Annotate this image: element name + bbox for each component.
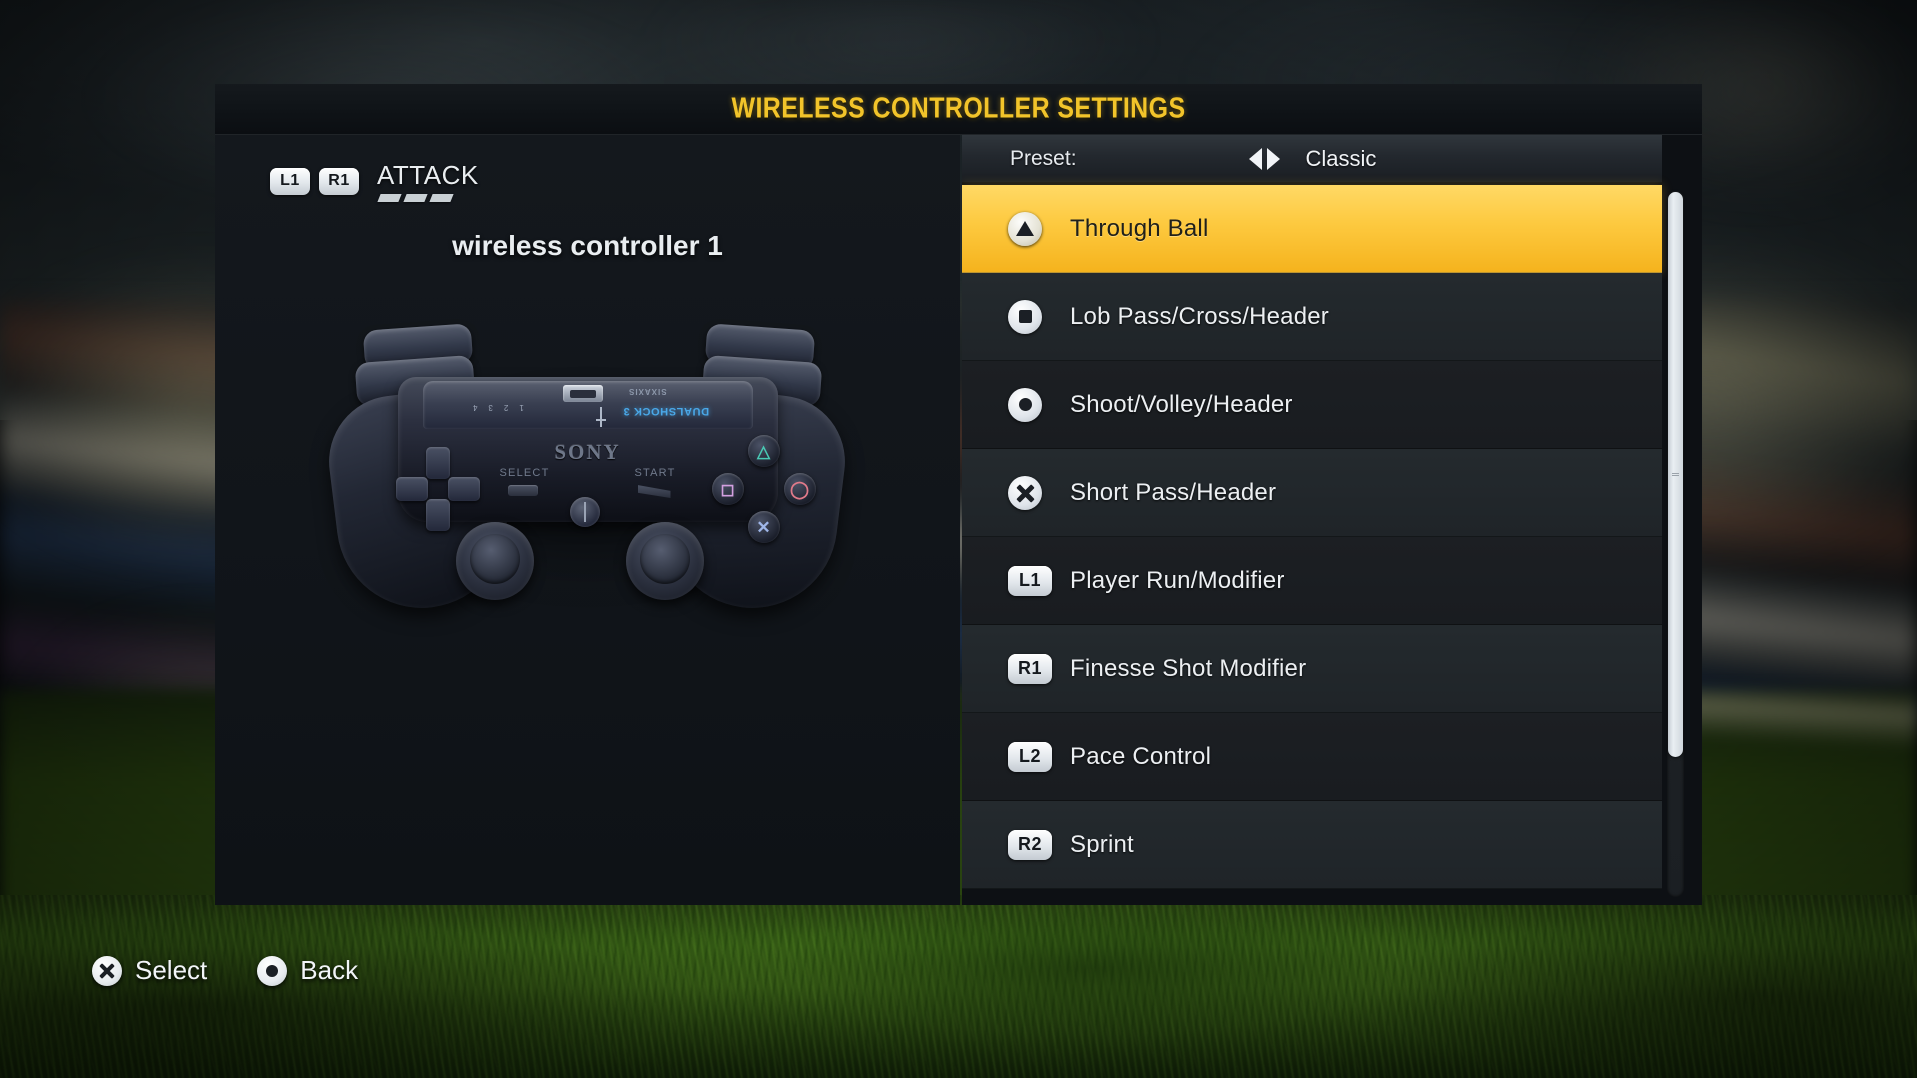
- r1-button-icon: R1: [319, 167, 359, 195]
- controller-square-button: ◻: [711, 473, 744, 505]
- mapping-list: Through Ball Lob Pass/Cross/Header Shoot/V…: [962, 185, 1662, 905]
- mapping-row-label: Lob Pass/Cross/Header: [1070, 302, 1329, 330]
- controller-right-stick: [625, 522, 704, 600]
- mapping-row-label: Player Run/Modifier: [1070, 566, 1285, 594]
- dpad-down-icon: [425, 499, 450, 531]
- r2-button-icon: R2: [1008, 829, 1052, 860]
- triangle-button-icon-glyph: [1016, 220, 1034, 236]
- section-header: L1 R1 ATTACK: [270, 160, 479, 202]
- mapping-row-icon-wrap: R1: [1008, 653, 1070, 684]
- square-button-icon: [1008, 299, 1042, 334]
- l1-button-icon: L1: [1008, 565, 1052, 596]
- section-progress-dashes: [377, 194, 479, 202]
- mapping-row-icon-wrap: L2: [1008, 741, 1070, 772]
- circle-button-icon-glyph: [266, 964, 279, 977]
- controller-name: wireless controller 1: [452, 230, 723, 261]
- circle-button-icon: [257, 955, 288, 986]
- l2-button-icon: L2: [1008, 741, 1052, 772]
- mapping-row[interactable]: L1 Player Run/Modifier: [962, 537, 1662, 625]
- dpad-up-icon: [425, 447, 450, 479]
- led-label-2: 2: [503, 403, 508, 412]
- cross-button-icon: [1008, 475, 1042, 510]
- preset-arrows: [1248, 147, 1280, 170]
- arrow-left-icon[interactable]: [1248, 147, 1262, 170]
- mapping-row-icon-wrap: L1: [1008, 565, 1070, 596]
- controller-cross-button: ✕: [747, 511, 780, 543]
- mapping-row[interactable]: Short Pass/Header: [962, 449, 1662, 537]
- mapping-row-label: Shoot/Volley/Header: [1070, 390, 1293, 418]
- r1-button-icon: R1: [1008, 653, 1052, 684]
- action-select[interactable]: Select: [92, 955, 207, 986]
- l1-button-icon: L1: [270, 167, 310, 195]
- controller-left-stick: [455, 522, 534, 600]
- controller-sixaxis-label: SIXAXIS: [627, 387, 667, 396]
- circle-button-icon-glyph: [1018, 398, 1032, 411]
- mapping-row[interactable]: Through Ball: [962, 185, 1662, 273]
- mapping-row-icon-wrap: R2: [1008, 829, 1070, 860]
- mapping-row-label: Sprint: [1070, 830, 1134, 858]
- mapping-row-icon-wrap: [1008, 299, 1070, 334]
- controller-ps-home-button: [569, 497, 600, 527]
- arrow-right-icon[interactable]: [1266, 147, 1280, 170]
- controller-usb-symbol: [595, 407, 606, 427]
- triangle-button-icon: [1008, 211, 1042, 246]
- mapping-row-icon-wrap: [1008, 387, 1070, 422]
- cross-button-icon-glyph: [1016, 484, 1034, 502]
- led-label-3: 3: [487, 403, 493, 412]
- preset-selector[interactable]: Preset: Classic: [962, 135, 1662, 183]
- mapping-row[interactable]: Lob Pass/Cross/Header: [962, 273, 1662, 361]
- controller-select-button: [507, 485, 538, 496]
- cross-button-icon-glyph: [99, 963, 115, 979]
- action-label: Back: [300, 955, 359, 985]
- mapping-row-label: Short Pass/Header: [1070, 478, 1277, 506]
- mapping-row[interactable]: Shoot/Volley/Header: [962, 361, 1662, 449]
- dash-1: [377, 194, 402, 202]
- mapping-row-icon-wrap: [1008, 475, 1070, 510]
- controller-circle-button: ◯: [783, 473, 816, 505]
- mapping-row-label: Pace Control: [1070, 742, 1212, 770]
- background-grass: [0, 895, 1917, 1078]
- mapping-row-label: Through Ball: [1070, 214, 1209, 242]
- scrollbar-thumb[interactable]: [1668, 192, 1683, 757]
- controller-dpad: [394, 445, 482, 533]
- controller-usb-port: [562, 385, 603, 402]
- grass-shading: [0, 895, 1917, 1078]
- led-label-1: 1: [518, 403, 524, 412]
- mapping-row[interactable]: R2 Sprint: [962, 801, 1662, 889]
- action-back[interactable]: Back: [257, 955, 358, 986]
- circle-button-icon: [1008, 387, 1042, 422]
- mapping-row[interactable]: R1 Finesse Shot Modifier: [962, 625, 1662, 713]
- controller-preview-panel: L1 R1 ATTACK wireless controller 1 SIXAX…: [215, 135, 960, 905]
- controller-face-buttons: △ ◻ ◯ ✕: [710, 435, 818, 543]
- preset-label: Preset:: [1010, 146, 1077, 170]
- controller-triangle-button: △: [747, 435, 780, 467]
- mapping-row-icon-wrap: [1008, 211, 1070, 246]
- square-button-icon-glyph: [1018, 310, 1032, 323]
- action-label: Select: [135, 955, 208, 985]
- dash-3: [429, 194, 454, 202]
- dpad-left-icon: [395, 477, 428, 501]
- title-bar: WIRELESS CONTROLLER SETTINGS: [215, 84, 1702, 135]
- page-title: WIRELESS CONTROLLER SETTINGS: [731, 92, 1186, 125]
- preset-value: Classic: [1305, 145, 1377, 171]
- controller-start-label: START: [634, 467, 676, 479]
- button-mapping-panel: Preset: Classic Through Ball Lob Pass/Cro…: [962, 135, 1702, 905]
- section-label-wrap: ATTACK: [377, 160, 479, 202]
- action-bar: Select Back: [92, 955, 358, 986]
- dualshock-controller-art: SIXAXIS DUALSHOCK 3 1 2 3 4 SONY SELECT …: [278, 307, 898, 637]
- list-scrollbar[interactable]: [1667, 191, 1684, 897]
- controller-select-label: SELECT: [499, 467, 550, 479]
- controller-image: SIXAXIS DUALSHOCK 3 1 2 3 4 SONY SELECT …: [278, 307, 898, 637]
- controller-product-label: DUALSHOCK 3: [622, 405, 709, 417]
- section-label: ATTACK: [377, 160, 479, 190]
- dash-2: [403, 194, 428, 202]
- cross-button-icon: [92, 955, 122, 986]
- mapping-row[interactable]: L2 Pace Control: [962, 713, 1662, 801]
- mapping-row-label: Finesse Shot Modifier: [1070, 654, 1307, 682]
- controller-led-labels: 1 2 3 4: [473, 403, 524, 412]
- led-label-4: 4: [472, 403, 477, 412]
- dpad-right-icon: [447, 477, 480, 501]
